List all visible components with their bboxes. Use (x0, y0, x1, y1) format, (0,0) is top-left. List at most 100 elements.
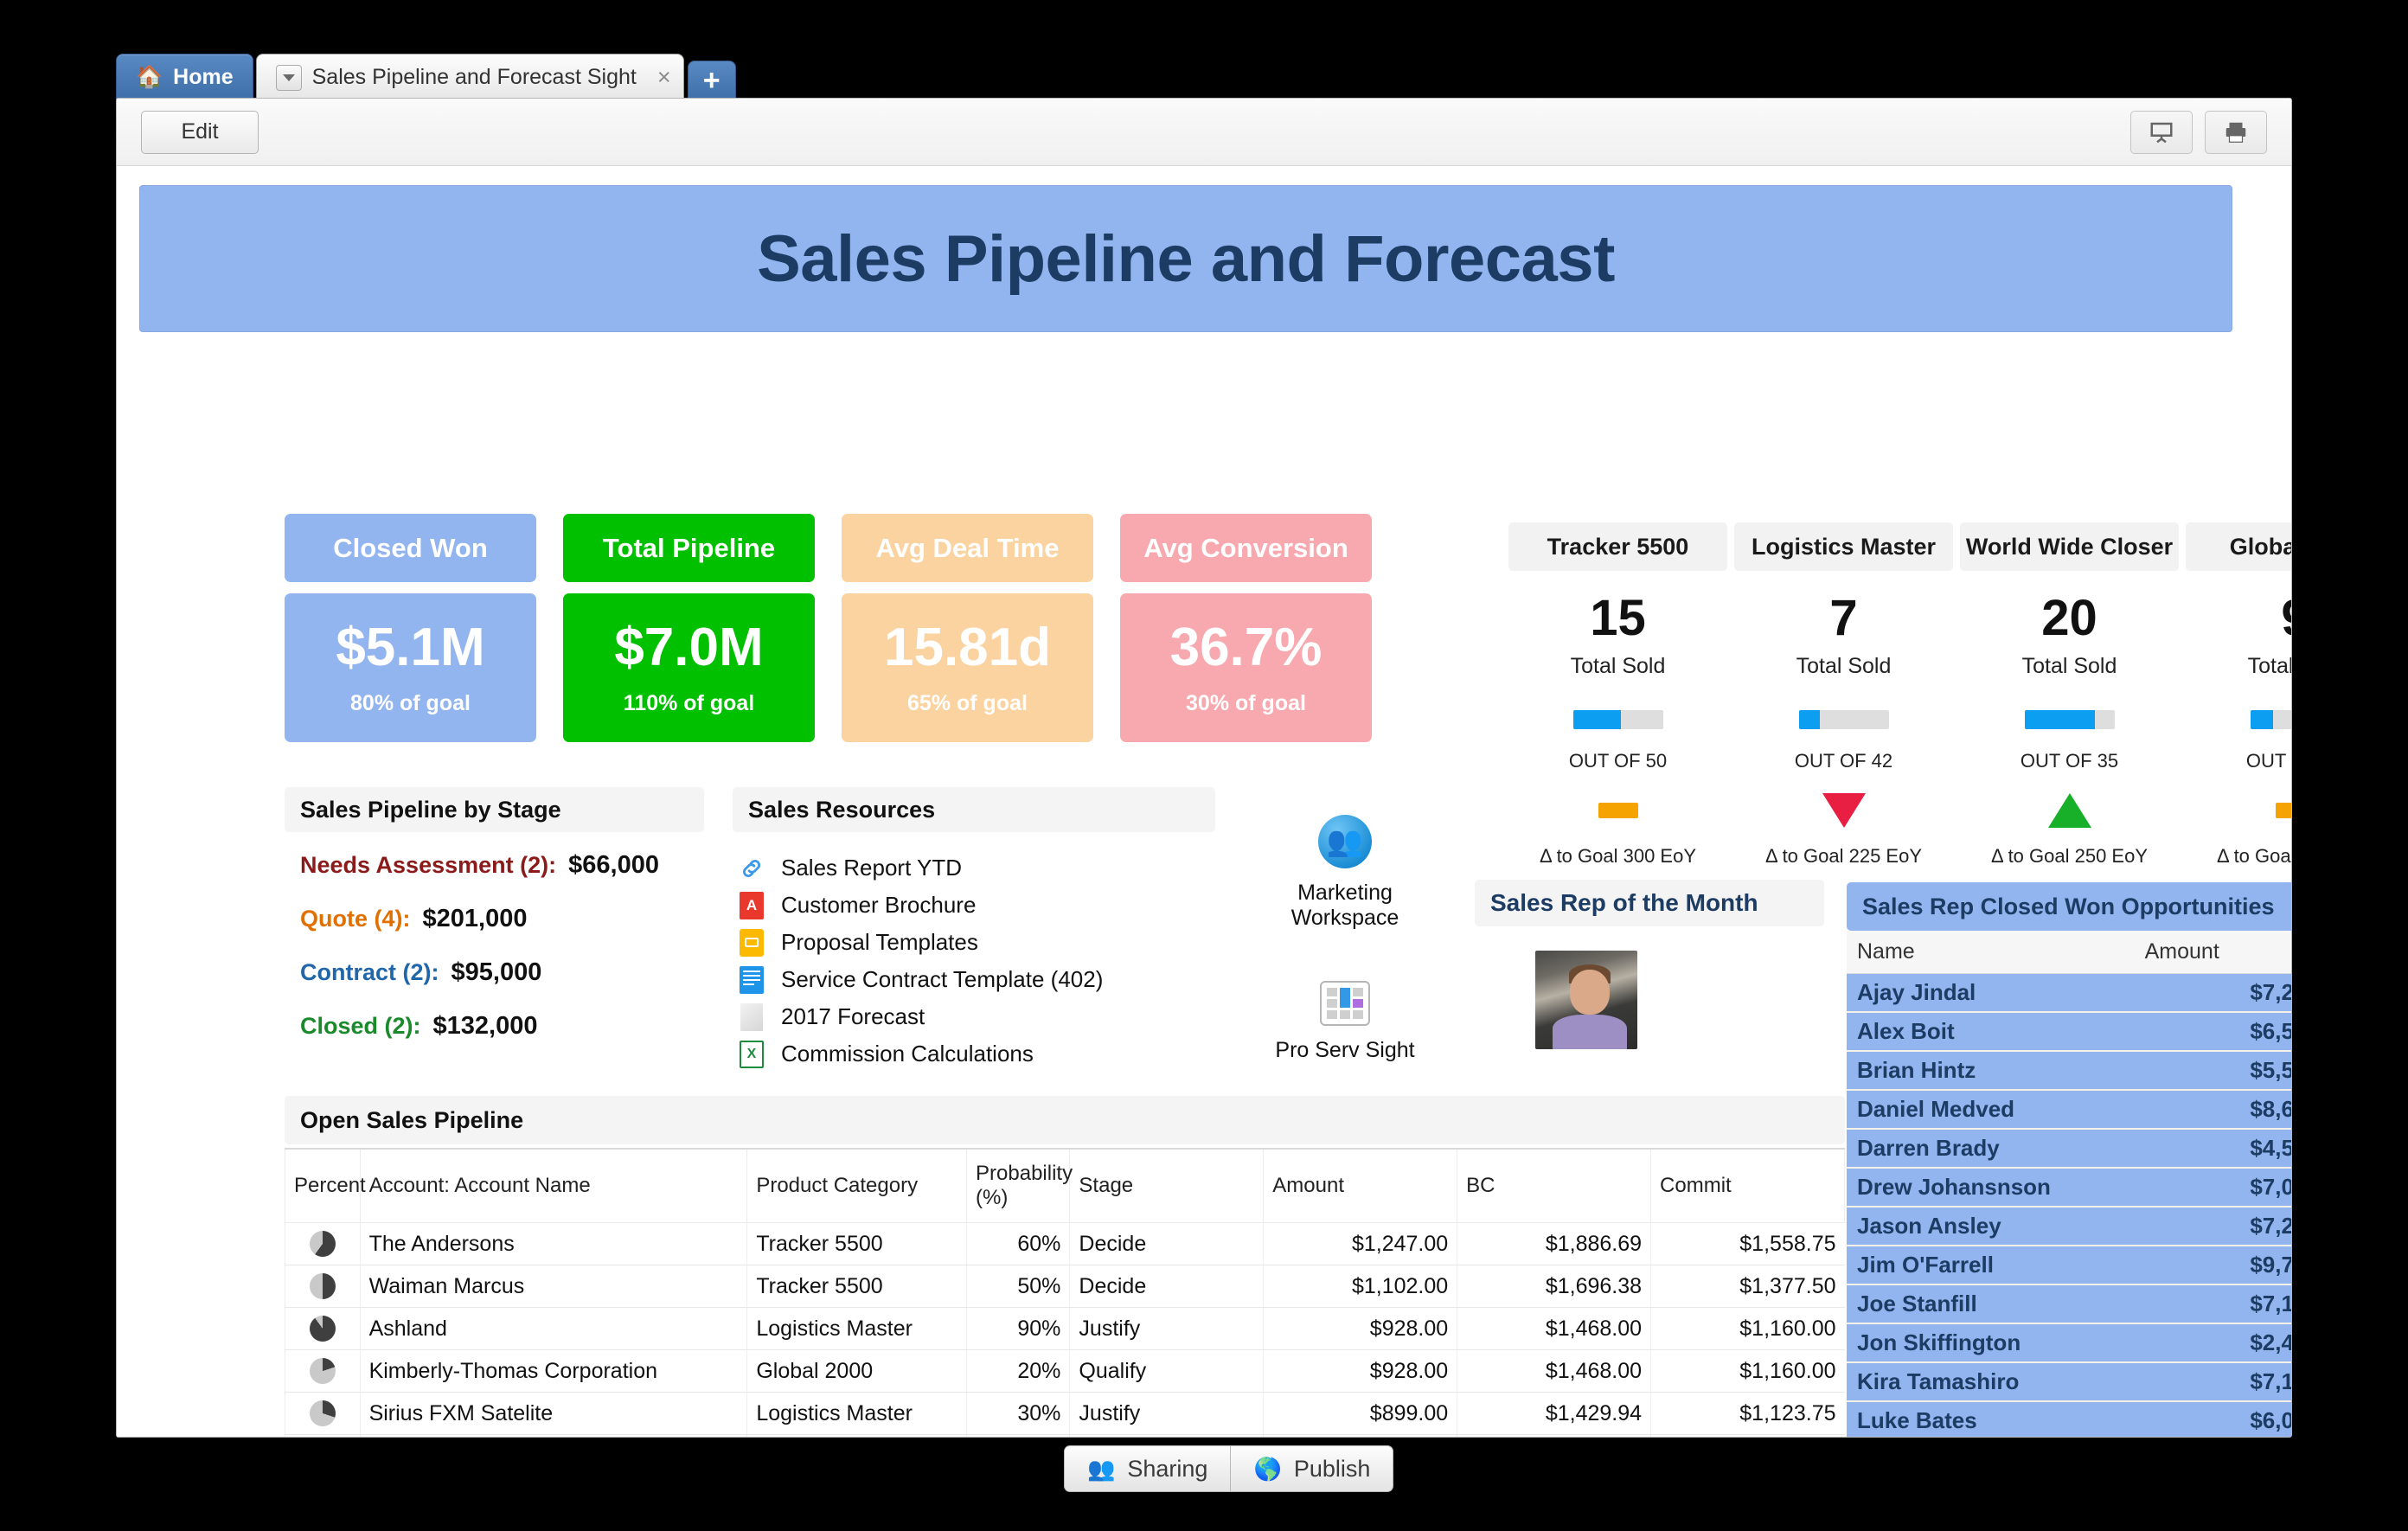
gauge-product-name: Logistics Master (1734, 522, 1953, 571)
kpi-value: 15.81d (883, 617, 1052, 677)
link-icon (738, 854, 765, 883)
shortcut-label: Pro Serv Sight (1275, 1038, 1415, 1062)
column-header-commit[interactable]: Commit (1650, 1148, 1845, 1223)
cell-probability: 30% (966, 1392, 1070, 1435)
kpi-title: Avg Conversion (1120, 514, 1372, 582)
column-header-product-category[interactable]: Product Category (746, 1148, 968, 1223)
closed-won-table: Name Amount Ajay Jindal$7,201.00Alex Boi… (1847, 931, 2291, 1437)
resource-label: Customer Brochure (781, 892, 977, 918)
kpi-tiles: Closed Won $5.1M 80% of goal Total Pipeline… (285, 514, 1372, 742)
new-tab-button[interactable]: + (687, 61, 736, 100)
table-row[interactable]: Sirius FXM Satelite Logistics Master 30% Ju… (285, 1392, 1845, 1435)
tab-sales-pipeline-and-forecast-sight[interactable]: Sales Pipeline and Forecast Sight × (255, 54, 684, 100)
stage-row[interactable]: Closed (2): $132,000 (300, 1012, 704, 1041)
gauge-product-name: Global 2000 (2186, 522, 2291, 571)
gauge-product-name: Tracker 5500 (1508, 522, 1727, 571)
stage-amount: $95,000 (451, 958, 542, 986)
column-header-account[interactable]: Account: Account Name (359, 1148, 748, 1223)
sharing-button[interactable]: 👥 Sharing (1064, 1445, 1232, 1492)
resource-item[interactable]: Service Contract Template (402) (738, 961, 1215, 998)
kpi-body: 36.7% 30% of goal (1120, 593, 1372, 742)
column-header-bc[interactable]: BC (1457, 1148, 1652, 1223)
table-row[interactable]: LaychexTracker 550090%Decide$812.00$1,31… (285, 1434, 1845, 1437)
kpi-tile[interactable]: Closed Won $5.1M 80% of goal (285, 514, 536, 742)
gauge-trend (1734, 788, 1953, 833)
shortcut-marketing-workspace[interactable]: 👥 Marketing Workspace (1241, 815, 1449, 931)
cell-amount: $2,494.00 (2134, 1323, 2291, 1363)
table-row[interactable]: Jason Ansley$7,250.00 (1847, 1207, 2291, 1246)
chevron-down-icon[interactable] (275, 64, 302, 91)
edit-button[interactable]: Edit (141, 110, 259, 154)
cell-product-category: Logistics Master (746, 1392, 967, 1435)
kpi-tile[interactable]: Avg Deal Time 15.81d 65% of goal (842, 514, 1093, 742)
cell-amount: $899.00 (1263, 1392, 1457, 1435)
table-row[interactable]: Kimberly-Thomas Corporation Global 2000 20… (285, 1349, 1845, 1393)
kpi-goal: 65% of goal (907, 691, 1028, 716)
resource-item[interactable]: X Commission Calculations (738, 1035, 1215, 1073)
kpi-tile[interactable]: Avg Conversion 36.7% 30% of goal (1120, 514, 1372, 742)
kpi-title: Total Pipeline (563, 514, 815, 582)
table-row[interactable]: Brian Hintz$5,594.00 (1847, 1051, 2291, 1091)
rep-panel-title: Sales Rep of the Month (1475, 880, 1824, 926)
table-row[interactable]: Waiman Marcus Tracker 5500 50% Decide $1,102… (285, 1265, 1845, 1308)
cell-amount: $7,201.00 (2134, 973, 2291, 1013)
resource-item[interactable]: Proposal Templates (738, 924, 1215, 961)
cell-amount: $7,163.00 (2134, 1362, 2291, 1402)
table-row[interactable]: Joe Stanfill$7,173.00 (1847, 1284, 2291, 1324)
product-gauge: Tracker 5500 15 Total Sold OUT OF 50 Δ to Go… (1508, 522, 1727, 868)
cell-percent (285, 1222, 361, 1265)
publish-button[interactable]: 🌎 Publish (1231, 1445, 1394, 1492)
gauge-total-value: 7 (1829, 590, 1858, 646)
kpi-title: Avg Deal Time (842, 514, 1093, 582)
resource-item[interactable]: A Customer Brochure (738, 887, 1215, 924)
stage-row[interactable]: Quote (4): $201,000 (300, 905, 704, 933)
stage-row[interactable]: Contract (2): $95,000 (300, 958, 704, 987)
resource-label: Service Contract Template (402) (781, 966, 1104, 992)
cell-product-category: Tracker 5500 (746, 1434, 967, 1437)
resource-item[interactable]: Sales Report YTD (738, 849, 1215, 887)
shortcut-pro-serv-sight[interactable]: Pro Serv Sight (1241, 981, 1449, 1063)
cell-stage: Decide (1069, 1265, 1264, 1308)
table-row[interactable]: Luke Bates$6,090.00 (1847, 1401, 2291, 1437)
stage-row[interactable]: Needs Assessment (2): $66,000 (300, 851, 704, 880)
table-row[interactable]: Alex Boit$6,577.00 (1847, 1012, 2291, 1052)
stage-amount: $201,000 (422, 905, 528, 932)
kpi-goal: 80% of goal (350, 691, 471, 716)
cell-stage: Justify (1069, 1392, 1264, 1435)
people-workspace-icon: 👥 (1318, 815, 1372, 868)
table-row[interactable]: Darren Brady$4,582.00 (1847, 1129, 2291, 1169)
cell-percent (285, 1307, 361, 1350)
gauge-out-of: OUT OF 35 (2020, 750, 2119, 772)
table-row[interactable]: Daniel Medved$8,680.00 (1847, 1090, 2291, 1130)
open-sales-pipeline-panel: Open Sales Pipeline Percent Account: Acc… (285, 1096, 1845, 1437)
gauge-progress-bar (2250, 710, 2291, 729)
column-header-stage[interactable]: Stage (1069, 1148, 1265, 1223)
tab-active-label: Sales Pipeline and Forecast Sight (311, 65, 637, 89)
table-row[interactable]: Jon Skiffington$2,494.00 (1847, 1323, 2291, 1363)
percent-pie-icon (309, 1400, 336, 1426)
table-row[interactable]: Drew Johansnson$7,067.00 (1847, 1168, 2291, 1208)
table-row[interactable]: The Andersons Tracker 5500 60% Decide $1,247… (285, 1222, 1845, 1265)
word-file-icon (738, 965, 765, 995)
tab-home[interactable]: 🏠 Home (116, 54, 253, 100)
column-header-name[interactable]: Name (1847, 931, 2135, 974)
column-header-amount[interactable]: Amount (1263, 1148, 1458, 1223)
cell-name: Daniel Medved (1847, 1090, 2135, 1130)
gauge-delta-to-goal: Δ to Goal 300 EoY (1539, 845, 1697, 867)
percent-pie-icon (309, 1231, 336, 1257)
table-row[interactable]: Kira Tamashiro$7,163.00 (1847, 1362, 2291, 1402)
column-header-percent[interactable]: Percent (285, 1148, 366, 1223)
table-row[interactable]: Ajay Jindal$7,201.00 (1847, 973, 2291, 1013)
column-header-amount[interactable]: Amount (2134, 931, 2291, 974)
resource-item[interactable]: 2017 Forecast (738, 998, 1215, 1035)
gauge-out-of: OUT OF 50 (1568, 750, 1668, 772)
presentation-icon[interactable] (2130, 110, 2193, 154)
close-icon[interactable]: × (657, 66, 671, 89)
table-row[interactable]: Ashland Logistics Master 90% Justify $928.00… (285, 1307, 1845, 1350)
column-header-probability[interactable]: Probability (%) (966, 1148, 1073, 1223)
printer-icon[interactable] (2205, 110, 2267, 154)
table-row[interactable]: Jim O'Farrell$9,768.00 (1847, 1246, 2291, 1285)
cell-amount: $8,680.00 (2134, 1090, 2291, 1130)
kpi-tile[interactable]: Total Pipeline $7.0M 110% of goal (563, 514, 815, 742)
kpi-value: $5.1M (336, 617, 485, 677)
